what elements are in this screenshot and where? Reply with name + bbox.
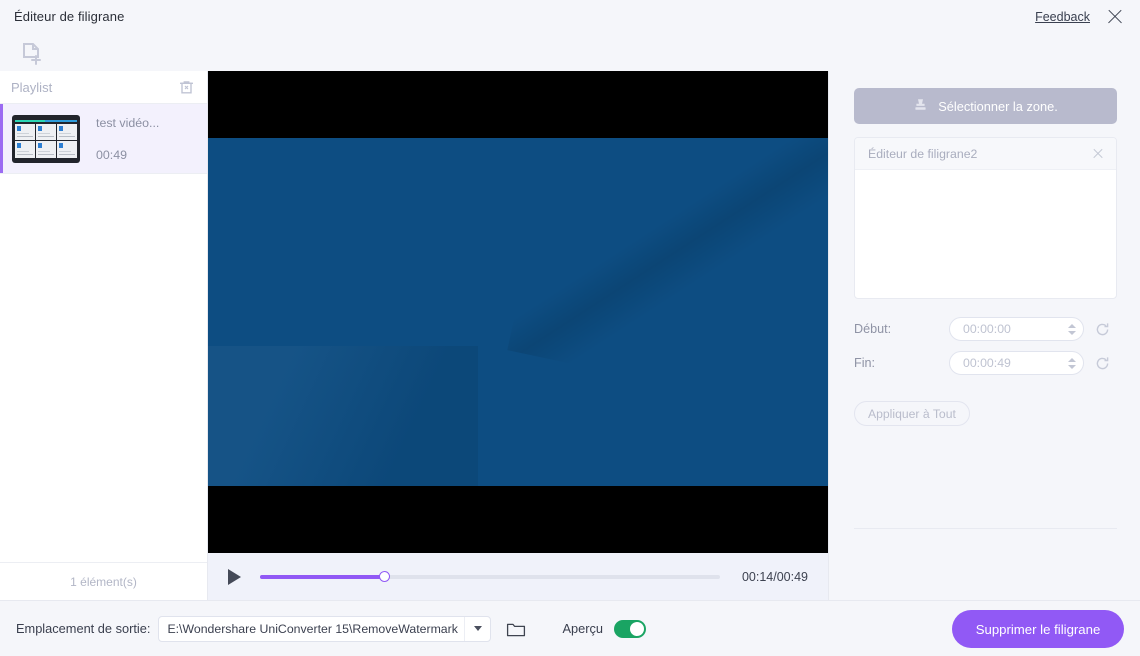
end-time-reset-icon[interactable] bbox=[1094, 355, 1111, 372]
output-path-select[interactable]: E:\Wondershare UniConverter 15\RemoveWat… bbox=[158, 615, 492, 642]
list-item-duration: 00:49 bbox=[96, 147, 128, 162]
bottom-bar: Emplacement de sortie: E:\Wondershare Un… bbox=[0, 600, 1140, 656]
watermark-card-title: Éditeur de filigrane2 bbox=[868, 146, 978, 161]
list-item-meta: test vidéo... 00:49 bbox=[96, 116, 159, 162]
play-icon[interactable] bbox=[228, 568, 241, 585]
add-file-icon[interactable] bbox=[17, 37, 47, 67]
end-time-stepper[interactable] bbox=[1061, 352, 1083, 374]
watermark-card-header: Éditeur de filigrane2 bbox=[855, 138, 1116, 170]
video-thumbnail bbox=[12, 114, 80, 163]
settings-panel: Sélectionner la zone. Éditeur de filigra… bbox=[828, 71, 1140, 600]
watermark-card: Éditeur de filigrane2 bbox=[854, 137, 1117, 299]
playlist-title: Playlist bbox=[11, 79, 53, 95]
window-title: Éditeur de filigrane bbox=[14, 9, 125, 24]
player-controls: 00:14/00:49 bbox=[208, 553, 828, 600]
playlist-count: 1 élément(s) bbox=[0, 562, 207, 600]
start-time-label: Début: bbox=[854, 322, 892, 336]
divider bbox=[854, 528, 1117, 529]
start-time-reset-icon[interactable] bbox=[1094, 321, 1111, 338]
title-bar: Éditeur de filigrane Feedback bbox=[0, 0, 1140, 33]
watermark-editor-window: Éditeur de filigrane Feedback Supprimer … bbox=[0, 0, 1140, 656]
title-bar-actions: Feedback bbox=[1035, 0, 1140, 33]
main-area: Playlist test vidéo... 00:49 1 élément(s… bbox=[0, 71, 1140, 600]
remove-watermark-button[interactable]: Supprimer le filigrane bbox=[952, 610, 1124, 648]
list-item[interactable]: test vidéo... 00:49 bbox=[0, 104, 207, 174]
trash-icon[interactable] bbox=[178, 79, 195, 96]
playlist-panel: Playlist test vidéo... 00:49 1 élément(s… bbox=[0, 71, 208, 600]
close-icon[interactable] bbox=[1104, 6, 1126, 28]
progress-handle[interactable] bbox=[378, 571, 390, 582]
progress-slider[interactable] bbox=[260, 571, 720, 582]
list-item-name: test vidéo... bbox=[96, 115, 160, 130]
end-time-field[interactable]: 00:00:49 bbox=[949, 351, 1084, 375]
start-time-value: 00:00:00 bbox=[963, 322, 1011, 336]
timecode: 00:14/00:49 bbox=[741, 569, 808, 584]
playlist-header: Playlist bbox=[0, 71, 207, 104]
select-zone-button[interactable]: Sélectionner la zone. bbox=[854, 88, 1117, 124]
feedback-link[interactable]: Feedback bbox=[1035, 10, 1090, 24]
video-canvas[interactable] bbox=[208, 71, 828, 553]
end-time-value: 00:00:49 bbox=[963, 356, 1011, 370]
close-icon[interactable] bbox=[1090, 146, 1106, 162]
folder-icon[interactable] bbox=[506, 620, 526, 638]
toolbar: Supprimer le filigrane Ajouter un filigr… bbox=[0, 33, 1140, 98]
output-location-label: Emplacement de sortie: bbox=[16, 621, 151, 636]
end-time-row: Fin: 00:00:49 bbox=[854, 351, 1116, 375]
preview-toggle[interactable] bbox=[613, 619, 646, 638]
preview-panel: 00:14/00:49 bbox=[208, 71, 828, 600]
video-frame bbox=[208, 138, 828, 486]
end-time-label: Fin: bbox=[854, 356, 875, 370]
output-path-value: E:\Wondershare UniConverter 15\RemoveWat… bbox=[167, 621, 458, 636]
progress-fill bbox=[260, 574, 385, 579]
apply-to-all-button[interactable]: Appliquer à Tout bbox=[854, 401, 970, 426]
stamp-icon bbox=[913, 97, 928, 115]
preview-toggle-label: Aperçu bbox=[562, 621, 603, 636]
start-time-field[interactable]: 00:00:00 bbox=[949, 317, 1084, 341]
start-time-stepper[interactable] bbox=[1061, 318, 1083, 340]
start-time-row: Début: 00:00:00 bbox=[854, 317, 1116, 341]
chevron-down-icon[interactable] bbox=[464, 616, 490, 641]
select-zone-label: Sélectionner la zone. bbox=[938, 98, 1058, 114]
